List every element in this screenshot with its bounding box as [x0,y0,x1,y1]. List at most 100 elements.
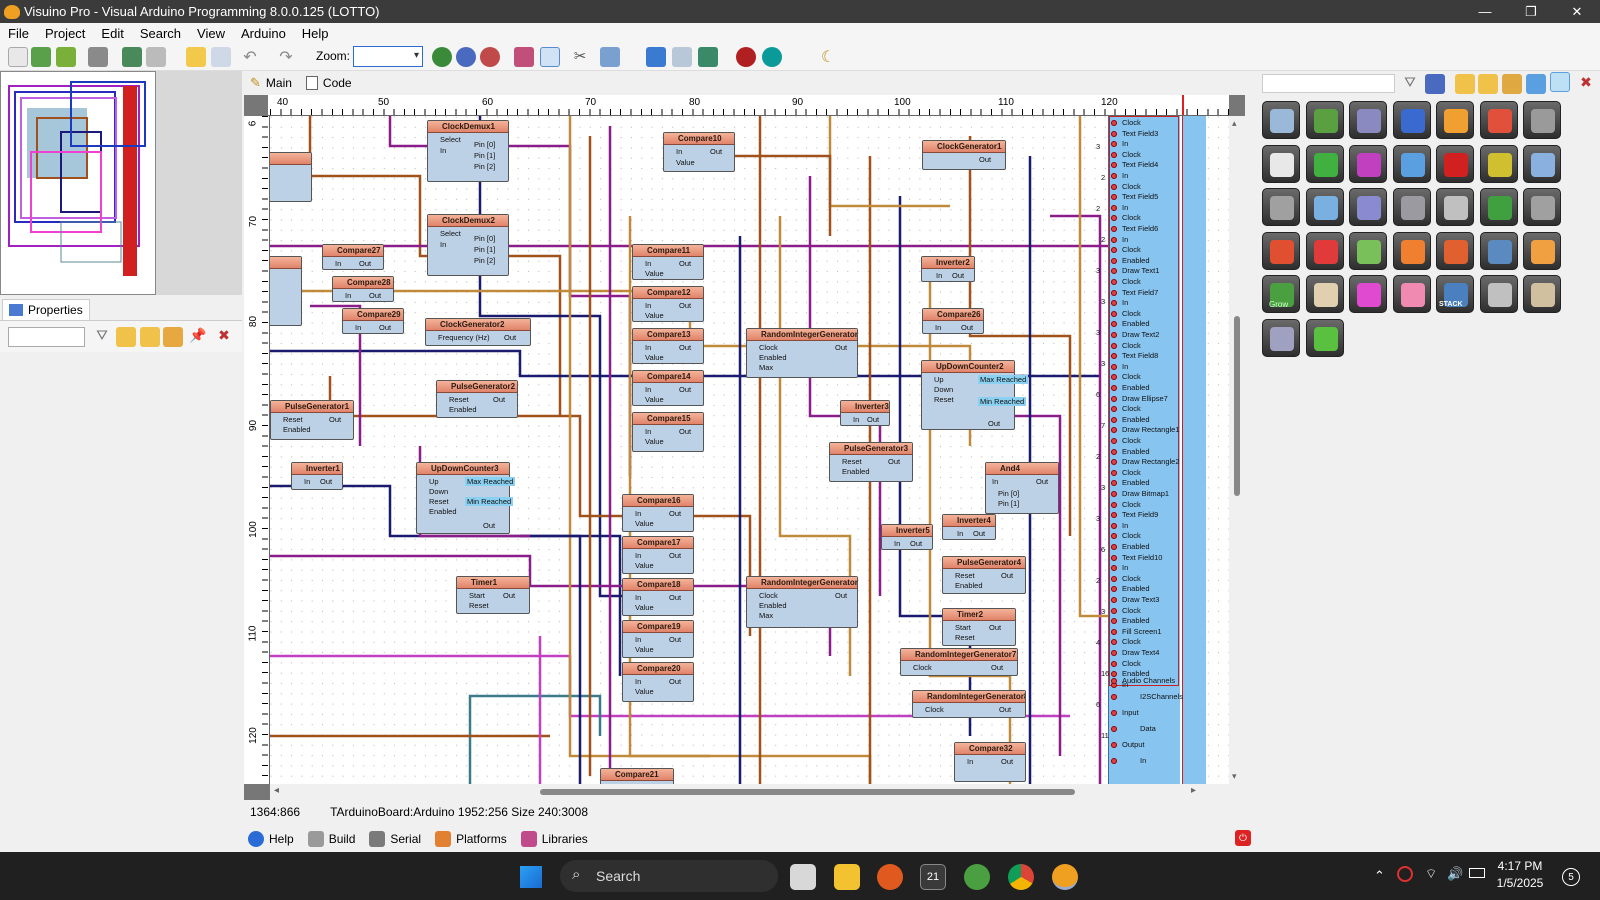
palette-image-category[interactable] [1305,188,1344,226]
board-pin-connector[interactable] [1111,575,1117,582]
palette-board-category[interactable] [1305,101,1344,139]
utorrent-icon[interactable] [964,864,990,890]
component-compare15[interactable]: Compare15 In Value Out [632,412,704,452]
design-canvas[interactable]: ClockDemux1 Select In Pin [0] Pin [1] Pi… [270,116,1236,784]
board-pin-connector[interactable] [1111,151,1117,158]
board-pin-connector[interactable] [1111,660,1117,667]
palette-stack-category[interactable]: STACK [1436,275,1474,313]
board-pin-connector[interactable] [1111,710,1117,716]
component-compare19[interactable]: Compare19 In Value Out [622,620,694,658]
palette-math-category[interactable] [1305,144,1344,183]
arduino-icon[interactable] [762,47,782,67]
palette-gear-graph-category[interactable] [1392,188,1431,226]
update-icon[interactable] [1397,866,1413,882]
export-icon[interactable] [146,47,166,67]
collapse-all-icon[interactable] [140,327,160,347]
zoom-fit-icon[interactable] [456,47,476,67]
zoom-out-icon[interactable] [480,47,500,67]
properties-grid[interactable] [0,352,242,852]
board-pin-connector[interactable] [1111,726,1117,732]
palette-text-category[interactable] [1436,231,1474,270]
palette-tools-category[interactable] [1262,101,1300,139]
palette-hook-category[interactable] [1349,188,1387,226]
board-pin-connector[interactable] [1111,342,1117,349]
board-pin-connector[interactable] [1111,491,1117,497]
categories-icon[interactable] [1425,74,1445,94]
visuino-taskbar-icon[interactable] [1052,864,1078,890]
board-pin-connector[interactable] [1111,607,1117,614]
palette-grow-category[interactable]: Grow [1262,275,1300,313]
compile-icon[interactable] [646,47,666,67]
open-recent-icon[interactable] [56,47,76,67]
horizontal-scrollbar[interactable]: ◂ ▸ [270,784,1236,800]
board-pin-connector[interactable] [1111,385,1117,391]
tab-main[interactable]: ✎ Main [250,75,292,91]
grid-icon[interactable] [211,47,231,67]
board-pin-connector[interactable] [1111,236,1117,243]
component-updowncounter3[interactable]: UpDownCounter3 Up Down Reset Enabled Max… [416,462,516,534]
board-pin-connector[interactable] [1111,289,1117,296]
palette-ruler-category[interactable] [1523,144,1561,183]
board-pin-connector[interactable] [1111,469,1117,476]
component-compare27[interactable]: Compare27 In Out [322,244,384,270]
palette-color-wheel-category[interactable] [1349,275,1387,313]
project-overview-map[interactable] [0,71,156,295]
board-pin-connector[interactable] [1111,310,1117,317]
palette-number-category[interactable] [1479,188,1518,226]
folder-open-icon[interactable] [1478,74,1498,94]
find-icon[interactable] [600,47,620,67]
tab-build[interactable]: Build [307,831,355,847]
tools-icon[interactable]: ✖ [1576,74,1596,94]
component-compare16[interactable]: Compare16 In Value Out [622,494,694,532]
component-updowncounter2[interactable]: UpDownCounter2 Up Down Reset Max Reached… [921,360,1029,430]
board-pin-connector[interactable] [1111,183,1117,190]
close-button[interactable]: ✕ [1554,0,1600,23]
component-inverter2[interactable]: Inverter2 In Out [921,256,975,282]
snap-icon[interactable] [186,47,206,67]
component-clockgenerator2[interactable]: ClockGenerator2 Frequency (Hz) Out [425,318,531,346]
board-pin-connector[interactable] [1111,628,1117,635]
component-randomintegergenerator7[interactable]: RandomIntegerGenerator7 Clock Out [900,648,1018,676]
board-pin-connector[interactable] [1111,226,1117,232]
board-settings-icon[interactable] [672,47,692,67]
board-pin-connector[interactable] [1111,363,1117,370]
palette-h-bridge-category[interactable] [1349,144,1387,183]
notification-badge[interactable]: 5 [1562,868,1580,886]
component-clockdemux2[interactable]: ClockDemux2 Select In Pin [0] Pin [1] Pi… [427,214,509,276]
palette-network-category[interactable] [1392,101,1431,139]
redo-icon[interactable]: ↷ [276,47,296,67]
stop-icon[interactable] [736,47,756,67]
component-inverter4[interactable]: Inverter4 In Out [942,514,996,540]
folder-icon[interactable] [1455,74,1475,94]
component-compare14[interactable]: Compare14 In Value Out [632,370,704,406]
theme-moon-icon[interactable]: ☾ [818,47,838,67]
menu-arduino[interactable]: Arduino [233,26,294,41]
palette-computer-category[interactable] [1479,231,1518,270]
board-pin-connector[interactable] [1111,438,1117,444]
expand-all-icon[interactable] [116,327,136,347]
palette-motor-category[interactable] [1262,318,1300,357]
component-compare21[interactable]: Compare21 [600,768,674,784]
palette-leds-category[interactable] [1392,275,1431,313]
component-compare29[interactable]: Compare29 In Out [342,308,404,334]
properties-tab[interactable]: Properties [2,299,90,320]
component-randomintegergenerator4[interactable]: RandomIntegerGenerator4 Clock Enabled Ma… [746,576,858,628]
component-timer2[interactable]: Timer2 Start Reset Out [942,608,1016,646]
component-partial[interactable] [270,256,302,326]
menu-search[interactable]: Search [132,26,189,41]
palette-box-category[interactable] [1523,275,1561,313]
component-compare28[interactable]: Compare28 In Out [332,276,394,302]
restore-button[interactable]: ❐ [1508,0,1554,23]
palette-expand-category[interactable] [1305,318,1344,357]
palette-touch-category[interactable] [1436,144,1474,183]
board-pin-connector[interactable] [1111,694,1117,700]
component-inverter3[interactable]: Inverter3 In Out [840,400,890,426]
folder-tree-icon[interactable] [1502,74,1522,94]
palette-memory-category[interactable] [1349,101,1387,139]
component-randomintegergenerator8[interactable]: RandomIntegerGenerator8 Clock Out [912,690,1026,718]
chrome-icon[interactable] [1008,864,1034,890]
tab-serial[interactable]: Serial [369,831,421,847]
component-pulsegenerator2[interactable]: PulseGenerator2 Reset Enabled Out [436,380,518,418]
palette-convert-category[interactable] [1349,231,1387,270]
import-icon[interactable] [122,47,142,67]
